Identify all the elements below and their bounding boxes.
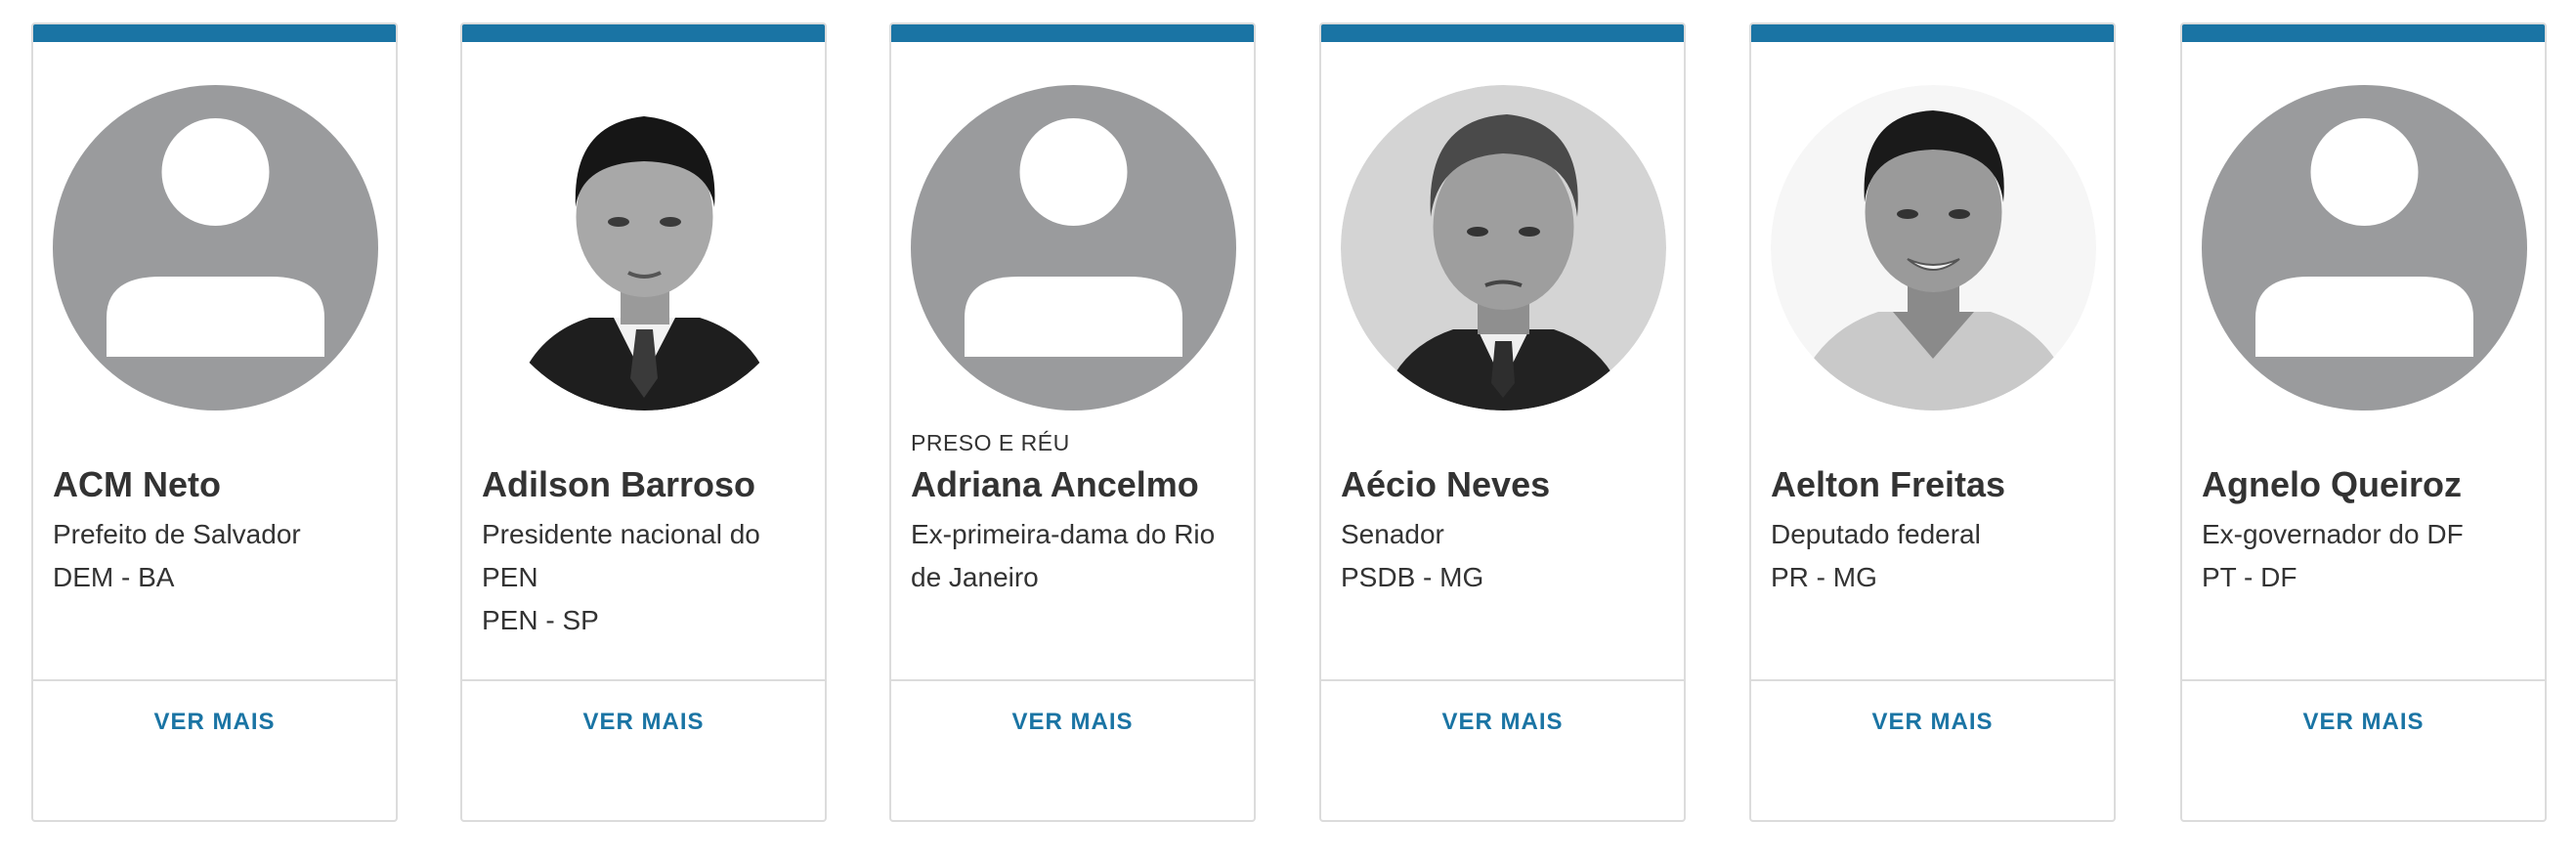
card-divider [33, 679, 396, 681]
politician-role: Deputado federal [1771, 519, 1981, 549]
card-accent-bar [891, 24, 1254, 42]
portrait-photo [482, 85, 807, 410]
politician-name: Aelton Freitas [1771, 464, 2006, 504]
politician-name: Adilson Barroso [482, 464, 756, 504]
politician-name: ACM Neto [53, 464, 221, 504]
card-divider [1321, 679, 1684, 681]
portrait-photo [1771, 85, 2096, 410]
politician-role: Ex-primeira-dama do Rio de Janeiro [911, 519, 1216, 592]
politician-party: PR - MG [1771, 562, 1877, 592]
placeholder-avatar-icon [911, 85, 1236, 410]
card-divider [462, 679, 825, 681]
ver-mais-link[interactable]: VER MAIS [33, 709, 396, 736]
politician-card: ACM Neto Prefeito de Salvador DEM - BA V… [31, 22, 398, 822]
politician-card-grid: ACM Neto Prefeito de Salvador DEM - BA V… [0, 0, 2576, 864]
politician-party: PT - DF [2202, 562, 2297, 592]
politician-role: Ex-governador do DF [2202, 519, 2464, 549]
politician-card: PRESO E RÉU Adriana Ancelmo Ex-primeira-… [889, 22, 1256, 822]
politician-details: Deputado federal PR - MG [1771, 513, 2093, 599]
status-tag: PRESO E RÉU [911, 430, 1070, 455]
politician-role: Senador [1341, 519, 1444, 549]
politician-card: Aelton Freitas Deputado federal PR - MG … [1749, 22, 2116, 822]
ver-mais-link[interactable]: VER MAIS [1751, 709, 2114, 736]
card-divider [891, 679, 1254, 681]
placeholder-avatar-icon [2202, 85, 2527, 410]
politician-party: PEN - SP [482, 605, 599, 635]
card-accent-bar [462, 24, 825, 42]
ver-mais-link[interactable]: VER MAIS [891, 709, 1254, 736]
politician-role: Prefeito de Salvador [53, 519, 301, 549]
ver-mais-link[interactable]: VER MAIS [1321, 709, 1684, 736]
politician-name: Agnelo Queiroz [2202, 464, 2463, 504]
ver-mais-link[interactable]: VER MAIS [2182, 709, 2545, 736]
politician-details: Senador PSDB - MG [1341, 513, 1663, 599]
card-divider [2182, 679, 2545, 681]
politician-details: Ex-governador do DF PT - DF [2202, 513, 2524, 599]
ver-mais-link[interactable]: VER MAIS [462, 709, 825, 736]
card-accent-bar [2182, 24, 2545, 42]
card-accent-bar [33, 24, 396, 42]
politician-card: Adilson Barroso Presidente nacional do P… [460, 22, 827, 822]
card-accent-bar [1751, 24, 2114, 42]
politician-card: Aécio Neves Senador PSDB - MG VER MAIS [1319, 22, 1686, 822]
politician-role: Presidente nacional do PEN [482, 519, 760, 592]
placeholder-avatar-icon [53, 85, 378, 410]
card-accent-bar [1321, 24, 1684, 42]
politician-details: Prefeito de Salvador DEM - BA [53, 513, 375, 599]
card-divider [1751, 679, 2114, 681]
politician-party: PSDB - MG [1341, 562, 1484, 592]
portrait-photo [1341, 85, 1666, 410]
politician-card: Agnelo Queiroz Ex-governador do DF PT - … [2180, 22, 2547, 822]
politician-party: DEM - BA [53, 562, 175, 592]
politician-name: Adriana Ancelmo [911, 464, 1199, 504]
politician-details: Presidente nacional do PEN PEN - SP [482, 513, 804, 642]
politician-details: Ex-primeira-dama do Rio de Janeiro [911, 513, 1233, 599]
politician-name: Aécio Neves [1341, 464, 1551, 504]
